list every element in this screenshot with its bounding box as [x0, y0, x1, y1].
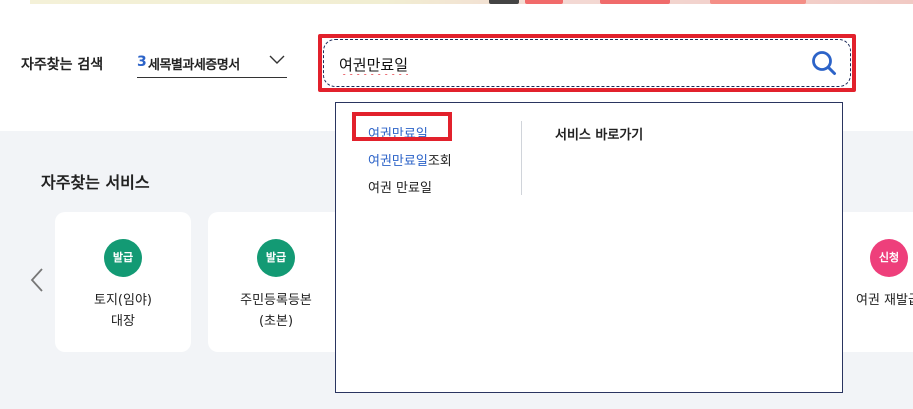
banner-tab[interactable] — [600, 0, 670, 4]
search-button[interactable] — [810, 49, 838, 77]
banner-tab[interactable] — [710, 0, 806, 4]
service-name: 여권 재발급 — [856, 293, 913, 308]
search-input[interactable] — [339, 51, 779, 77]
service-name: 주민등록등본 (초본) — [240, 293, 312, 329]
services-title: 자주찾는 서비스 — [41, 173, 150, 192]
chevron-left-icon[interactable] — [28, 266, 46, 294]
service-badge: 발급 — [104, 239, 142, 277]
banner-strip — [30, 0, 913, 4]
service-card[interactable]: 발급 토지(임야) 대장 — [55, 212, 191, 352]
suggestion-rest: 조회 — [427, 154, 452, 169]
chevron-down-icon — [269, 55, 285, 64]
service-card[interactable]: 발급 주민등록등본 (초본) — [208, 212, 344, 352]
shortcut-title: 서비스 바로가기 — [555, 128, 644, 143]
suggestion-match: 여권만료일 — [368, 154, 428, 169]
divider — [521, 121, 522, 195]
banner-tab[interactable] — [525, 0, 563, 4]
frequent-search-label: 자주찾는 검색 — [21, 57, 104, 73]
service-badge: 신청 — [870, 239, 908, 277]
highlight-box — [352, 112, 452, 141]
search-box — [318, 34, 856, 92]
suggestion-item[interactable]: 여권만료일조회 — [368, 148, 452, 175]
suggestion-item[interactable]: 여권 만료일 — [368, 175, 452, 202]
service-name: 토지(임야) 대장 — [94, 293, 152, 329]
category-text: 세목별과세증명서 — [148, 58, 240, 73]
suggestion-rest: 여권 만료일 — [368, 181, 432, 196]
category-number: 3 — [137, 54, 147, 70]
service-badge: 발급 — [257, 239, 295, 277]
autocomplete-dropdown: 여권만료일 여권만료일조회 여권 만료일 서비스 바로가기 — [335, 102, 843, 393]
banner-tab[interactable] — [489, 0, 519, 4]
category-select[interactable]: 3 세목별과세증명서 — [137, 49, 287, 78]
search-icon — [812, 51, 836, 75]
